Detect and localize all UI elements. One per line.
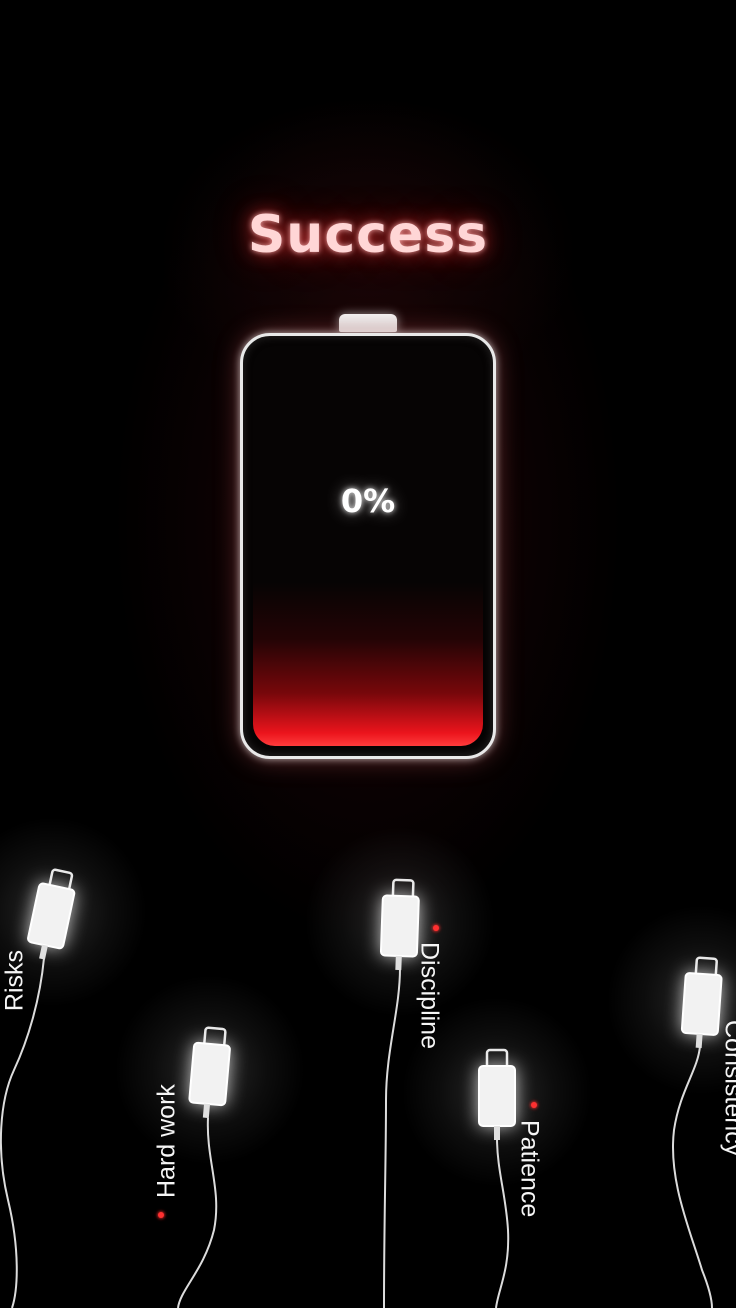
charger-plug-patience — [478, 1065, 516, 1127]
charger-plug-hard-work — [188, 1041, 231, 1107]
charger-plug-discipline — [379, 894, 420, 958]
charger-hard-work: Hard work — [115, 975, 305, 1308]
charger-label-hard-work: Hard work — [153, 1084, 181, 1198]
charger-label-consistency: Consistency — [719, 1020, 736, 1157]
charger-plug-consistency — [680, 972, 723, 1036]
charger-label-patience: Patience — [515, 1120, 543, 1217]
charger-cable-discipline — [383, 967, 401, 1308]
charger-consistency: Consistency — [607, 905, 736, 1308]
charger-label-risks: Risks — [1, 950, 29, 1011]
charger-patience: Patience — [402, 997, 592, 1308]
charger-cables: Risks Hard work Discipline Patience Cons… — [0, 817, 736, 1308]
